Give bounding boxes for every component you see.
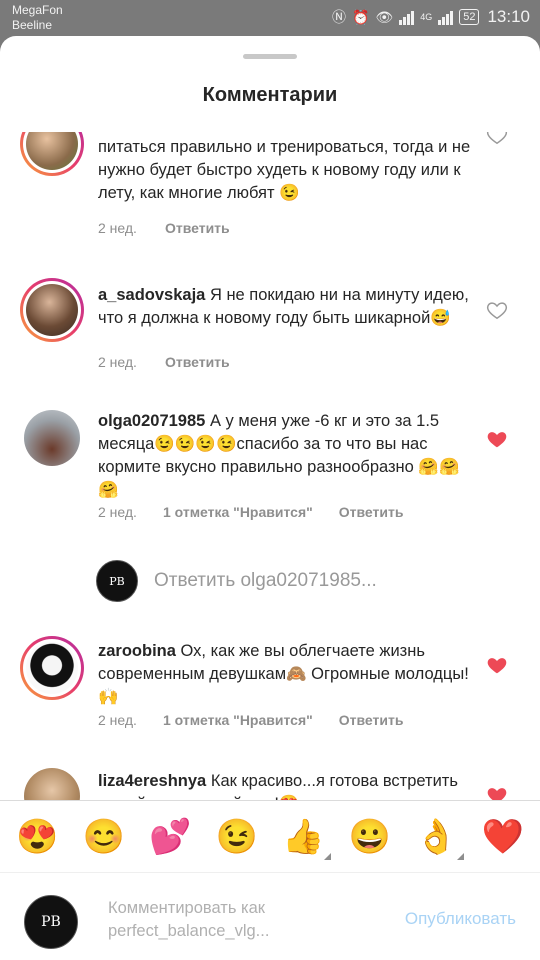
reply-button[interactable]: Ответить (165, 354, 230, 370)
status-bar: MegaFon Beeline Ⓝ ⏰ 👁 4G 52 13:10 (0, 0, 540, 36)
comment-input[interactable]: Комментировать как perfect_balance_vlg..… (108, 897, 358, 943)
likes-count[interactable]: 1 отметка "Нравится" (163, 712, 313, 728)
comment-username[interactable]: zaroobina (98, 642, 176, 660)
reply-button[interactable]: Ответить (339, 712, 404, 728)
comment-time: 2 нед. (98, 504, 137, 520)
comment-time: 2 нед. (98, 712, 137, 728)
sheet-title: Комментарии (202, 84, 338, 106)
avatar[interactable] (24, 768, 80, 800)
battery-icon: 52 (459, 9, 480, 25)
comment-meta: 2 нед. Ответить (98, 354, 230, 370)
likes-count[interactable]: 1 отметка "Нравится" (163, 504, 313, 520)
emoji-red-heart[interactable]: ❤️ (479, 820, 527, 854)
heart-outline-icon[interactable] (486, 132, 508, 146)
reply-button[interactable]: Ответить (165, 220, 230, 236)
skin-tone-indicator-icon (324, 852, 332, 860)
comment-text: a_sadovskaja Я не покидаю ни на минуту и… (98, 284, 478, 330)
emoji-quick-bar: 😍 😊 💕 😉 👍 😀 👌 ❤️ (0, 800, 540, 872)
signal-icon-2 (438, 9, 454, 25)
avatar[interactable] (20, 132, 84, 176)
comment-text: zaroobina Ох, как же вы облегчаете жизнь… (98, 640, 478, 709)
carrier-1: MegaFon (12, 3, 63, 17)
network-type: 4G (420, 12, 433, 22)
emoji-two-hearts[interactable]: 💕 (146, 820, 194, 854)
heart-filled-icon[interactable] (486, 654, 508, 676)
heart-filled-icon[interactable] (486, 784, 508, 800)
comment-username[interactable]: olga02071985 (98, 412, 205, 430)
comment-time: 2 нед. (98, 354, 137, 370)
comment-username[interactable]: liza4ereshnya (98, 772, 206, 790)
emoji-thumbs-up-glyph: 👍 (282, 817, 325, 856)
comments-list[interactable]: питаться правильно и тренироваться, тогд… (0, 132, 540, 800)
alarm-icon: ⏰ (351, 9, 370, 25)
reply-prompt-text[interactable]: Ответить olga02071985... (154, 570, 377, 592)
comments-sheet: Комментарии питаться правильно и трениро… (0, 36, 540, 960)
carrier-info: MegaFon Beeline (12, 3, 63, 33)
comment-text: liza4ereshnya Как красиво...я готова вст… (98, 770, 478, 800)
publish-button[interactable]: Опубликовать (405, 909, 516, 929)
eye-icon: 👁 (375, 9, 394, 25)
comment-meta: 2 нед. 1 отметка "Нравится" Ответить (98, 504, 403, 520)
comment-time: 2 нед. (98, 220, 137, 236)
comment-text: питаться правильно и тренироваться, тогд… (98, 138, 471, 202)
emoji-thumbs-up[interactable]: 👍 (279, 817, 332, 860)
reply-button[interactable]: Ответить (339, 504, 404, 520)
signal-icon (399, 9, 415, 25)
avatar: PB (96, 560, 138, 602)
reply-prompt[interactable]: PB Ответить olga02071985... (96, 560, 377, 602)
comment-text: olga02071985 А у меня уже -6 кг и это за… (98, 410, 478, 502)
comment-meta: 2 нед. Ответить (98, 220, 230, 236)
heart-filled-icon[interactable] (486, 428, 508, 450)
clock: 13:10 (487, 7, 530, 26)
heart-outline-icon[interactable] (486, 299, 508, 321)
emoji-heart-eyes[interactable]: 😍 (13, 820, 61, 854)
emoji-ok-hand-glyph: 👌 (415, 817, 458, 856)
comment-meta: 2 нед. 1 отметка "Нравится" Ответить (98, 712, 403, 728)
avatar[interactable] (20, 278, 84, 342)
carrier-2: Beeline (12, 18, 53, 32)
avatar[interactable] (20, 636, 84, 700)
emoji-grin[interactable]: 😀 (346, 820, 394, 854)
emoji-wink[interactable]: 😉 (213, 820, 261, 854)
avatar[interactable] (24, 410, 80, 466)
emoji-ok-hand[interactable]: 👌 (412, 817, 465, 860)
status-icons: Ⓝ ⏰ 👁 4G 52 13:10 (332, 7, 530, 27)
skin-tone-indicator-icon (457, 852, 465, 860)
avatar: PB (24, 895, 78, 949)
comment-composer: PB Комментировать как perfect_balance_vl… (0, 872, 540, 960)
emoji-smile[interactable]: 😊 (80, 820, 128, 854)
drag-handle[interactable] (243, 54, 297, 59)
comment-username[interactable]: a_sadovskaja (98, 286, 205, 304)
nfc-icon: Ⓝ (331, 9, 346, 25)
